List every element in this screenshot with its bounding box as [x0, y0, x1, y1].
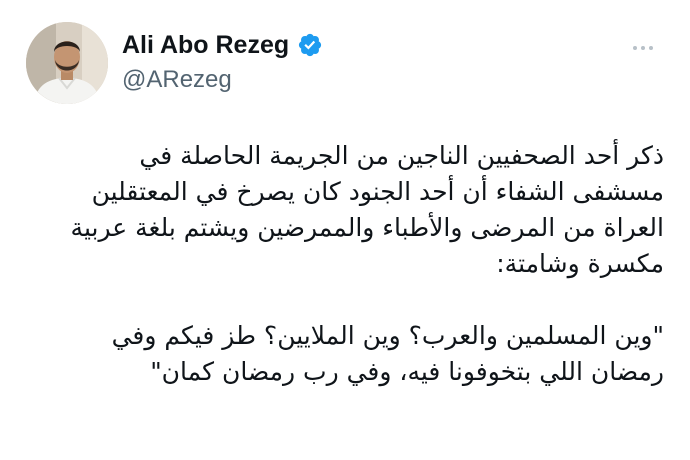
- quote-line: "وين المسلمين والعرب؟ وين الملايين؟ طز ف…: [111, 321, 664, 350]
- avatar[interactable]: [26, 22, 108, 104]
- name-row: Ali Abo Rezeg: [122, 28, 323, 62]
- user-handle[interactable]: @ARezeg: [122, 66, 323, 94]
- more-options-icon[interactable]: [626, 38, 660, 58]
- more-dot: [641, 46, 645, 50]
- tweet-line: العراة من المرضى والأطباء والممرضين ويشت…: [70, 213, 664, 242]
- avatar-photo: [26, 22, 108, 104]
- tweet-line: مسشفى الشفاء أن أحد الجنود كان يصرخ في ا…: [91, 177, 664, 206]
- quote-line: رمضان اللي بتخوفونا فيه، وفي رب رمضان كم…: [150, 357, 664, 386]
- tweet-line: مكسرة وشامتة:: [496, 249, 664, 278]
- author-info: Ali Abo Rezeg @ARezeg: [122, 28, 323, 94]
- verified-badge-icon: [297, 32, 323, 58]
- more-dot: [633, 46, 637, 50]
- more-dot: [649, 46, 653, 50]
- tweet-text: ذكر أحد الصحفيين الناجين من الجريمة الحا…: [19, 138, 664, 390]
- tweet-line: ذكر أحد الصحفيين الناجين من الجريمة الحا…: [139, 141, 664, 170]
- tweet-card: Ali Abo Rezeg @ARezeg ذكر أحد الصحفيين ا…: [0, 0, 690, 460]
- display-name[interactable]: Ali Abo Rezeg: [122, 31, 289, 60]
